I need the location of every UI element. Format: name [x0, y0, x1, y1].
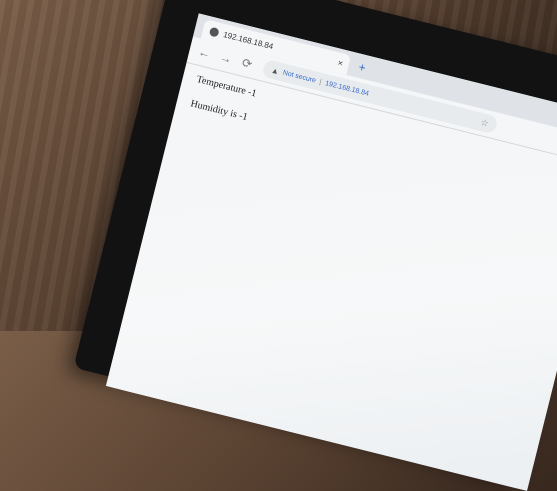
forward-arrow-icon[interactable]: →	[217, 50, 234, 67]
new-tab-button[interactable]: +	[357, 60, 367, 75]
back-arrow-icon[interactable]: ←	[196, 44, 213, 61]
bookmark-star-icon[interactable]: ☆	[480, 116, 490, 129]
security-label[interactable]: Not secure	[282, 69, 317, 84]
address-host[interactable]: 192.168.18.84	[324, 80, 369, 98]
globe-icon	[208, 26, 220, 38]
warning-icon[interactable]: ▲	[270, 65, 280, 76]
close-icon[interactable]: ×	[337, 58, 345, 69]
browser-window: 192.168.18.84 × + ← → ⟳ ▲ Not secure | 1…	[105, 13, 557, 491]
reload-icon[interactable]: ⟳	[239, 55, 256, 72]
address-separator: |	[318, 78, 323, 86]
laptop-bezel: 192.168.18.84 × + ← → ⟳ ▲ Not secure | 1…	[73, 0, 557, 491]
